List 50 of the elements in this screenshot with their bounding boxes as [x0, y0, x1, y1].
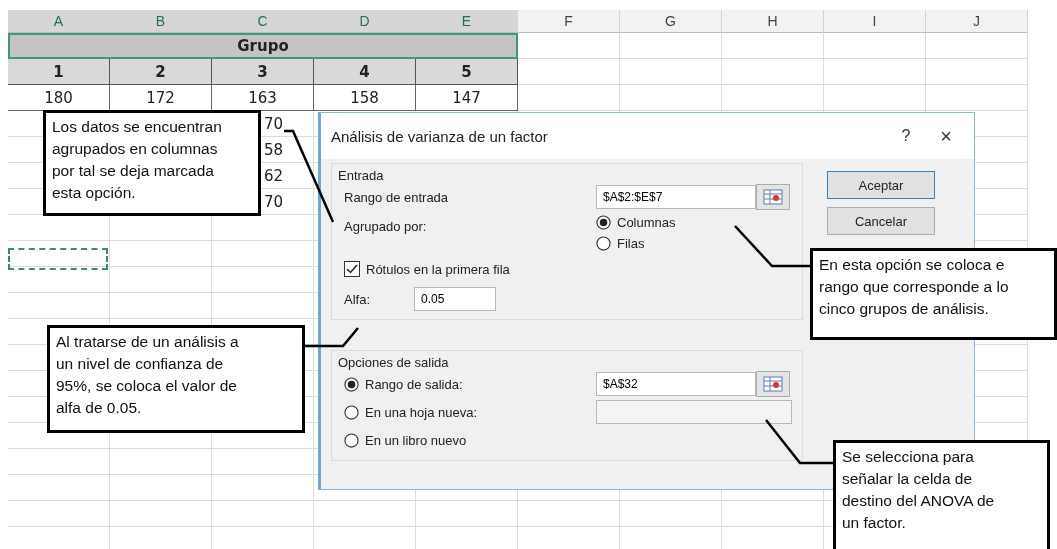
radio-option[interactable]: En un libro nuevo: [344, 432, 467, 448]
table-icon: [763, 376, 783, 392]
table-header-cell: 3: [212, 59, 314, 85]
leader-line: [765, 419, 833, 465]
close-button[interactable]: ×: [924, 124, 968, 148]
column-header[interactable]: B: [110, 10, 212, 33]
table-cell-text: 70: [263, 192, 285, 213]
dialog-title: Análisis de varianza de un factor: [331, 127, 549, 145]
range-picker-button[interactable]: [756, 184, 790, 210]
column-header[interactable]: C: [212, 10, 314, 33]
help-button[interactable]: ?: [888, 127, 924, 145]
field-label: Agrupado por:: [344, 218, 428, 234]
radio-option[interactable]: Rango de salida:: [344, 376, 463, 392]
dialog-button[interactable]: Cancelar: [827, 207, 935, 235]
table-cell: 158: [314, 85, 416, 111]
field-label: Rango de entrada: [344, 189, 450, 205]
table-header-cell: 1: [8, 59, 110, 85]
radio-option[interactable]: Filas: [596, 236, 676, 251]
column-header[interactable]: H: [722, 10, 824, 33]
checkbox-option[interactable]: Rótulos en la primera fila: [344, 261, 510, 277]
column-header[interactable]: F: [518, 10, 620, 33]
column-header[interactable]: D: [314, 10, 416, 33]
callout-box: Al tratarse de un análisis a un nivel de confianza de 95%, se coloca el valor de alfa de 0.05.: [47, 325, 305, 433]
table-header-cell: 5: [416, 59, 518, 85]
table-cell: 147: [416, 85, 518, 111]
table-icon: [763, 189, 783, 205]
input-field[interactable]: [596, 400, 792, 424]
callout-box: Se selecciona para señalar la celda de destino del ANOVA de un factor.: [833, 440, 1050, 549]
column-header[interactable]: I: [824, 10, 926, 33]
radio-option[interactable]: En una hoja nueva:: [344, 404, 478, 420]
radio-option[interactable]: Columnas: [596, 215, 676, 230]
alpha-field[interactable]: 0.05: [414, 287, 496, 311]
merged-header-cell: Grupo: [8, 33, 518, 59]
column-header[interactable]: J: [926, 10, 1028, 33]
dialog-button[interactable]: Aceptar: [827, 171, 935, 199]
table-header-cell: 4: [314, 59, 416, 85]
column-header[interactable]: A: [8, 10, 110, 33]
callout-box: Los datos se encuentran agrupados en columnas por tal se deja marcada esta opción.: [43, 110, 261, 216]
output-range-field[interactable]: $A$32: [596, 372, 756, 396]
field-label: Alfa:: [344, 291, 371, 307]
table-cell-text: 62: [263, 166, 285, 187]
callout-box: En esta opción se coloca e rango que corresponde a lo cinco grupos de análisis.: [810, 248, 1057, 340]
input-field[interactable]: $A$2:$E$7: [596, 185, 756, 209]
column-header[interactable]: E: [416, 10, 518, 33]
leader-line: [305, 327, 359, 348]
group-legend: Entrada: [338, 168, 384, 183]
group-legend: Opciones de salida: [338, 355, 449, 370]
column-header[interactable]: G: [620, 10, 722, 33]
table-header-cell: 2: [110, 59, 212, 85]
range-picker-button[interactable]: [756, 371, 790, 397]
